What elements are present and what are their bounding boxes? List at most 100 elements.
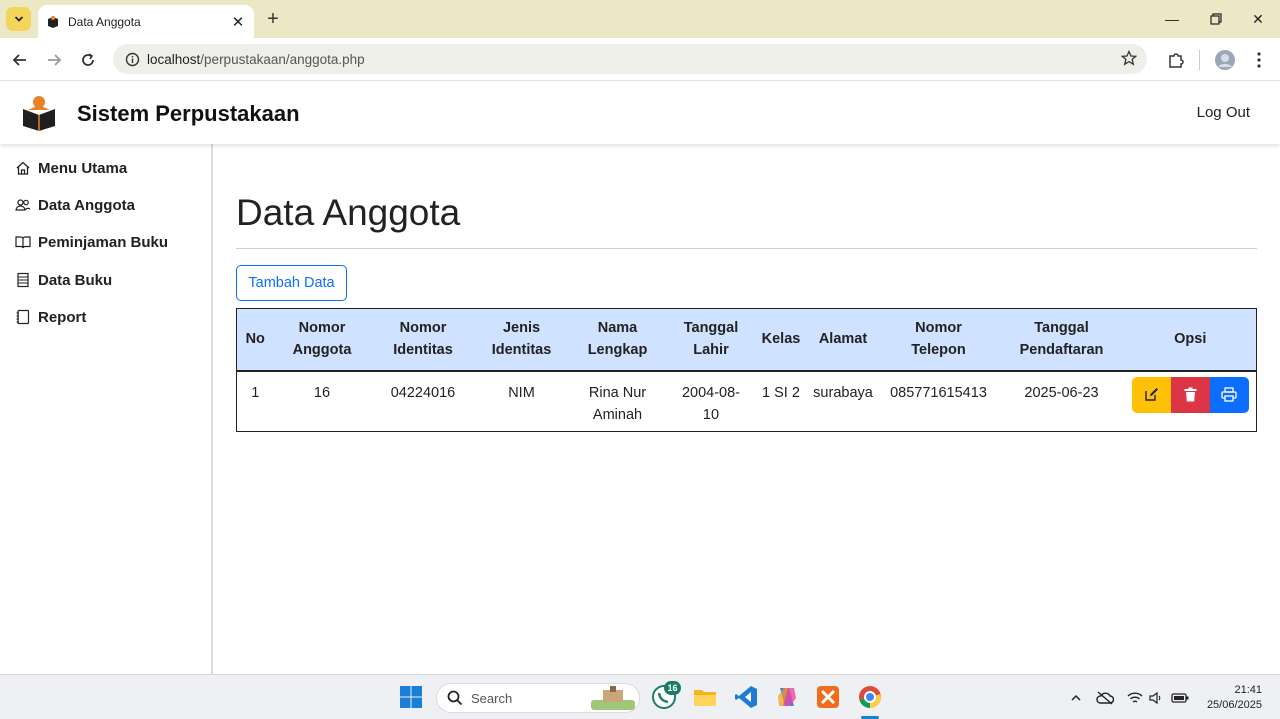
battery-icon[interactable] [1171,689,1189,707]
cell-nama-lengkap: Rina Nur Aminah [588,384,647,423]
home-icon [15,160,31,176]
sidebar-item-peminjaman-buku[interactable]: Peminjaman Buku [15,230,168,254]
search-icon [447,690,463,706]
system-clock[interactable]: 21:41 25/06/2025 [1207,683,1262,713]
pencil-square-icon [1145,388,1158,401]
taskbar-search-input[interactable]: Search [436,683,640,713]
more-vertical-icon [1257,52,1261,68]
action-button-group [1131,376,1249,413]
site-favicon-icon [48,15,58,28]
table-header-row: No Nomor Anggota Nomor Identitas Jenis Iden… [236,308,1257,371]
browser-menu-button[interactable] [1245,46,1273,74]
sidebar-item-menu-utama[interactable]: Menu Utama [15,156,127,180]
bookmark-star-icon[interactable] [1120,49,1138,71]
os-taskbar: Search 16 21:41 25/06/2025 [0,674,1280,719]
search-placeholder: Search [471,690,513,706]
sidebar-item-label: Report [38,308,87,326]
chevron-down-icon [14,16,23,22]
edit-button[interactable] [1131,376,1171,413]
col-header-nomor-anggota: Nomor Anggota [292,320,352,359]
table-row: 1 16 04224016 NIM Rina Nur Aminah 2004-0… [237,371,1257,432]
cell-opsi [1125,371,1257,432]
restore-icon [1210,13,1222,25]
people-icon [15,197,31,213]
puzzle-icon [1169,53,1184,68]
toolbar-divider [1199,50,1200,70]
members-table: No Nomor Anggota Nomor Identitas Jenis Iden… [236,308,1257,432]
cell-alamat: surabaya [813,384,873,401]
col-header-jenis-identitas: Jenis Identitas [491,320,552,359]
arrow-right-icon [48,54,62,66]
clock-date: 25/06/2025 [1206,699,1262,711]
sidebar-item-data-buku[interactable]: Data Buku [15,268,112,292]
col-header-nomor-identitas: Nomor Identitas [393,320,453,359]
browser-toolbar: localhost/perpustakaan/anggota.php [0,38,1280,81]
cloud-offline-icon[interactable] [1096,689,1114,707]
arrow-left-icon [12,54,26,66]
library-logo-icon [23,96,55,131]
volume-icon[interactable] [1147,689,1165,707]
site-info-icon[interactable] [117,52,147,67]
title-divider [236,248,1257,249]
reload-icon [82,53,94,66]
xampp-icon[interactable] [815,684,841,710]
forward-button[interactable] [40,46,68,74]
app-header: Sistem Perpustakaan Log Out [0,82,1280,144]
search-highlight-icon [591,686,635,710]
restore-button[interactable] [1194,0,1238,38]
profile-avatar[interactable] [1211,46,1239,74]
clock-time: 21:41 [1234,684,1262,696]
col-header-nomor-telepon: Nomor Telepon [911,320,966,359]
tab-list-button[interactable] [6,7,31,31]
printer-icon [1221,387,1237,402]
sidebar-item-label: Menu Utama [38,159,128,177]
col-header-tanggal-pendaftaran: Tanggal Pendaftaran [1019,320,1104,359]
back-button[interactable] [6,46,34,74]
col-header-opsi: Opsi [1174,331,1207,348]
logout-link[interactable]: Log Out [1197,104,1250,121]
sidebar-item-data-anggota[interactable]: Data Anggota [15,193,135,217]
book-list-icon [15,272,31,288]
url-host: localhost [147,51,201,67]
trash-icon [1184,387,1197,402]
wifi-icon[interactable] [1126,689,1144,707]
tab-title: Data Anggota [68,14,141,29]
sidebar-item-label: Data Anggota [38,196,135,214]
tab-close-icon[interactable]: ✕ [228,13,248,31]
page-title: Data Anggota [236,192,461,233]
address-bar[interactable]: localhost/perpustakaan/anggota.php [113,44,1147,74]
col-header-tanggal-lahir: Tanggal Lahir [683,320,739,359]
url-path: /perpustakaan/anggota.php [200,51,365,67]
cell-nomor-identitas: 04224016 [390,384,456,401]
sidebar-item-label: Peminjaman Buku [38,233,169,251]
extensions-button[interactable] [1162,46,1190,74]
reload-button[interactable] [74,46,102,74]
print-button[interactable] [1209,376,1249,413]
col-header-no: No [245,331,265,348]
sidebar-item-report[interactable]: Report [15,305,86,329]
copilot-icon[interactable] [774,684,800,710]
cell-jenis-identitas: NIM [508,384,535,401]
new-tab-button[interactable]: + [262,8,284,30]
sidebar: Menu Utama Data Anggota Peminjaman Buku … [0,144,213,674]
cell-no: 1 [251,384,260,401]
journal-icon [15,309,31,325]
vscode-icon[interactable] [733,684,759,710]
chrome-icon[interactable] [857,684,883,710]
col-header-alamat: Alamat [818,331,868,348]
file-explorer-icon[interactable] [692,684,718,710]
tray-overflow-icon[interactable] [1067,689,1085,707]
cell-nomor-telepon: 085771615413 [890,384,987,401]
add-data-button[interactable]: Tambah Data [236,265,347,301]
whatsapp-badge: 16 [664,681,681,695]
delete-button[interactable] [1170,376,1210,413]
url-text: localhost/perpustakaan/anggota.php [147,52,365,67]
close-window-button[interactable]: ✕ [1236,0,1280,38]
windows-start-icon[interactable] [398,684,424,710]
minimize-button[interactable]: — [1150,0,1194,38]
browser-tab-active[interactable]: Data Anggota ✕ [38,5,254,38]
browser-tabbar: Data Anggota ✕ + — ✕ [0,0,1280,38]
sidebar-item-label: Data Buku [38,271,113,289]
app-brand-title: Sistem Perpustakaan [77,101,300,126]
col-header-nama-lengkap: Nama Lengkap [587,320,648,359]
